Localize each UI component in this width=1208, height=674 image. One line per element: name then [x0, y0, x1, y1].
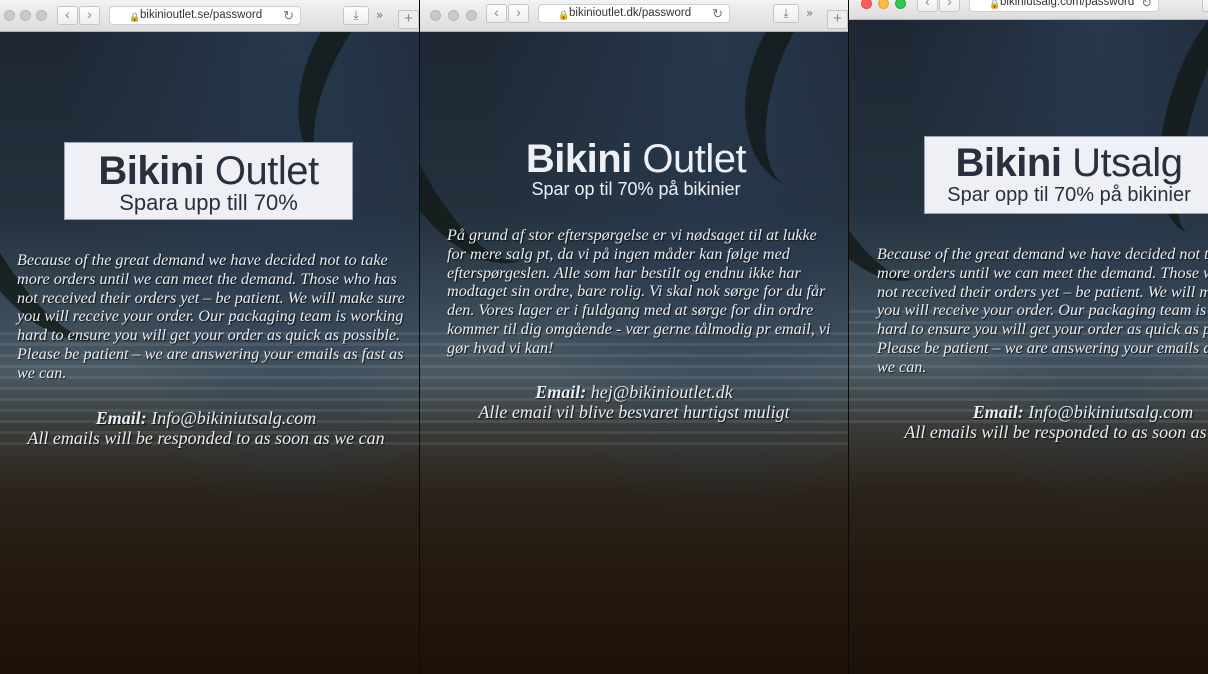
contact-block: Email: Info@bikiniutsalg.com All emails … [877, 402, 1208, 442]
lock-icon: 🔒 [129, 12, 141, 22]
double-chevron-icon[interactable]: » [376, 8, 383, 22]
address-bar[interactable]: 🔒 bikinioutlet.se/password ↻ [109, 6, 301, 25]
palm-frond-decoration [1131, 0, 1208, 253]
close-window-icon[interactable] [861, 0, 872, 9]
email-label: Email: [972, 402, 1024, 422]
url-text: bikiniutsalg.com/password [1000, 0, 1135, 8]
minimize-window-icon[interactable] [448, 10, 459, 21]
email-label: Email: [535, 382, 587, 402]
logo-subtitle: Spar op til 70% på bikinier [531, 179, 741, 199]
plus-icon[interactable]: + [827, 10, 848, 29]
browser-toolbar: ‹ › 🔒 bikinioutlet.dk/password ↻ ⤓ » + [420, 0, 848, 32]
logo-bold-text: Bikini [955, 141, 1062, 185]
logo-subtitle: Spara upp till 70% [119, 190, 298, 215]
browser-window-dk: Bikini Outlet Spar op til 70% på bikinie… [420, 0, 848, 674]
browser-window-se: Bikini Outlet Spara upp till 70% Because… [0, 0, 419, 674]
double-chevron-icon[interactable]: » [806, 6, 813, 20]
zoom-window-icon[interactable] [466, 10, 477, 21]
back-button[interactable]: ‹ [57, 6, 78, 25]
reload-icon[interactable]: ↻ [1141, 0, 1152, 11]
back-button[interactable]: ‹ [486, 4, 507, 23]
back-button[interactable]: ‹ [917, 0, 938, 12]
close-window-icon[interactable] [430, 10, 441, 21]
contact-block: Email: hej@bikinioutlet.dk Alle email vi… [420, 382, 848, 422]
download-icon[interactable]: ⤓ [773, 4, 799, 23]
plus-icon[interactable]: + [398, 10, 419, 29]
password-page: Bikini Outlet Spara upp till 70% Because… [0, 0, 419, 674]
lock-icon: 🔒 [558, 10, 570, 20]
address-bar[interactable]: 🔒 bikinioutlet.dk/password ↻ [538, 4, 730, 23]
closure-message: På grund af stor efterspørgelse er vi nø… [447, 226, 831, 357]
store-logo: Bikini Utsalg Spar opp til 70% på bikini… [924, 136, 1208, 214]
response-note: Alle email vil blive besvaret hurtigst m… [478, 402, 790, 422]
logo-light-text: Outlet [214, 149, 319, 193]
logo-subtitle: Spar opp til 70% på bikinier [947, 184, 1191, 206]
password-page: Bikini Outlet Spar op til 70% på bikinie… [420, 0, 848, 674]
email-link[interactable]: hej@bikinioutlet.dk [591, 382, 733, 402]
zoom-window-icon[interactable] [36, 10, 47, 21]
download-icon[interactable] [1202, 0, 1208, 12]
closure-message: Because of the great demand we have deci… [877, 245, 1208, 376]
logo-light-text: Outlet [642, 137, 747, 181]
browser-window-com: Bikini Utsalg Spar opp til 70% på bikini… [849, 0, 1208, 674]
minimize-window-icon[interactable] [20, 10, 31, 21]
close-window-icon[interactable] [4, 10, 15, 21]
browser-toolbar: ‹ › 🔒 bikiniutsalg.com/password ↻ [849, 0, 1208, 20]
forward-button[interactable]: › [939, 0, 960, 12]
url-text: bikinioutlet.se/password [140, 9, 263, 21]
store-logo: Bikini Outlet Spar op til 70% på bikinie… [506, 138, 766, 198]
reload-icon[interactable]: ↻ [283, 7, 294, 24]
address-bar[interactable]: 🔒 bikiniutsalg.com/password ↻ [969, 0, 1159, 12]
store-logo: Bikini Outlet Spara upp till 70% [64, 142, 353, 220]
closure-message: Because of the great demand we have deci… [17, 251, 405, 382]
email-link[interactable]: Info@bikiniutsalg.com [151, 408, 316, 428]
zoom-window-icon[interactable] [895, 0, 906, 9]
contact-block: Email: Info@bikiniutsalg.com All emails … [0, 408, 412, 448]
email-label: Email: [95, 408, 147, 428]
minimize-window-icon[interactable] [878, 0, 889, 9]
reload-icon[interactable]: ↻ [712, 5, 723, 22]
browser-toolbar: ‹ › 🔒 bikinioutlet.se/password ↻ ⤓ » + [0, 0, 419, 32]
email-link[interactable]: Info@bikiniutsalg.com [1028, 402, 1193, 422]
logo-light-text: Utsalg [1072, 141, 1183, 185]
forward-button[interactable]: › [508, 4, 529, 23]
response-note: All emails will be responded to as soon … [904, 422, 1208, 442]
url-text: bikinioutlet.dk/password [569, 7, 692, 19]
forward-button[interactable]: › [79, 6, 100, 25]
lock-icon: 🔒 [989, 0, 1001, 9]
password-page: Bikini Utsalg Spar opp til 70% på bikini… [849, 0, 1208, 674]
logo-bold-text: Bikini [98, 149, 205, 193]
response-note: All emails will be responded to as soon … [27, 428, 385, 448]
download-icon[interactable]: ⤓ [343, 6, 369, 25]
logo-bold-text: Bikini [525, 137, 632, 181]
